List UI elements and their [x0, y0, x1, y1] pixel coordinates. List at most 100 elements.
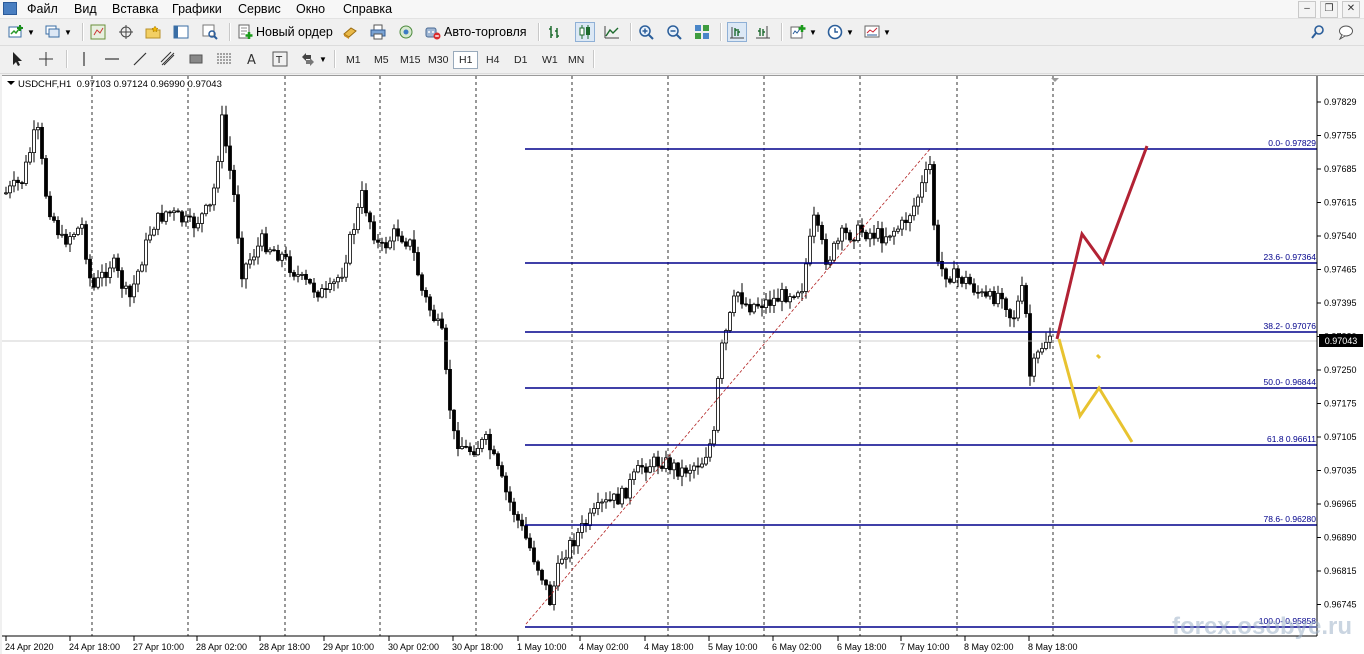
menu-file[interactable]: Файл	[27, 1, 58, 17]
new-chart-button[interactable]: ▼	[8, 22, 35, 42]
data-window-button[interactable]	[118, 22, 134, 42]
timeframe-m5[interactable]: M5	[369, 51, 394, 69]
navigator-button[interactable]	[145, 22, 161, 42]
candle-body	[844, 227, 848, 234]
svg-text:T: T	[275, 55, 283, 66]
timeframe-h1[interactable]: H1	[453, 51, 479, 69]
candle-body	[872, 232, 876, 239]
candle-body	[852, 239, 856, 242]
community-button[interactable]	[398, 22, 414, 42]
zoom-out-button[interactable]	[666, 22, 682, 42]
horizontal-line-icon	[105, 58, 119, 60]
periods-button[interactable]: ▼	[827, 22, 854, 42]
candle-body	[728, 312, 732, 331]
fib-level-label: 23.6- 0.97364	[1264, 252, 1317, 262]
candle-body	[96, 277, 100, 288]
cursor-button[interactable]	[9, 49, 25, 69]
candle-body	[688, 469, 692, 474]
menu-window[interactable]: Окно	[296, 1, 325, 17]
candle-body	[176, 210, 180, 213]
candle-body	[100, 271, 104, 279]
search-button[interactable]	[1310, 22, 1326, 42]
timeframe-m30[interactable]: M30	[423, 51, 453, 69]
bar-chart-button[interactable]	[547, 22, 563, 42]
close-icon[interactable]: ✕	[1342, 1, 1360, 18]
signals-button[interactable]	[370, 22, 386, 42]
candlestick-button[interactable]	[575, 22, 595, 42]
candle-body	[160, 212, 164, 222]
candle-body	[640, 465, 644, 468]
crosshair-button[interactable]	[38, 49, 54, 69]
candle-body	[1032, 357, 1036, 377]
candle-body	[764, 299, 768, 308]
chart-shift-button[interactable]	[755, 22, 771, 42]
restore-icon[interactable]: ❐	[1320, 1, 1338, 18]
arrows-button[interactable]: ▼	[300, 49, 327, 69]
chart-window[interactable]: 0.0- 0.97829 23.6- 0.97364 38.2- 0.97076 50…	[2, 75, 1364, 654]
timeframe-m15[interactable]: M15	[395, 51, 425, 69]
fibonacci-button[interactable]	[216, 49, 232, 69]
candle-body	[344, 262, 348, 278]
candle-body	[512, 501, 516, 515]
candle-body	[492, 449, 496, 455]
time-tick-label: 30 Apr 02:00	[388, 642, 439, 652]
horizontal-line-button[interactable]	[104, 49, 120, 69]
candle-body	[808, 235, 812, 265]
candle-body	[960, 277, 964, 284]
candle-body	[292, 272, 296, 277]
terminal-button[interactable]	[173, 22, 189, 42]
zoom-in-button[interactable]	[638, 22, 654, 42]
menu-tools[interactable]: Сервис	[238, 1, 281, 17]
auto-scroll-button[interactable]	[727, 22, 747, 42]
profiles-button[interactable]: ▼	[45, 22, 72, 42]
metaeditor-button[interactable]	[342, 22, 358, 42]
timeframe-h4[interactable]: H4	[481, 51, 504, 69]
text-label-button[interactable]: T	[272, 49, 288, 69]
strategy-tester-button[interactable]	[202, 22, 218, 42]
candle-body	[912, 205, 916, 217]
template-icon	[864, 25, 880, 38]
candle-body	[392, 228, 396, 242]
candle-body	[384, 242, 388, 249]
templates-button[interactable]: ▼	[864, 22, 891, 42]
timeframe-w1[interactable]: W1	[537, 51, 563, 69]
market-watch-button[interactable]	[90, 22, 106, 42]
new-order-button[interactable]: Новый ордер	[237, 22, 333, 42]
vertical-line-button[interactable]	[76, 49, 92, 69]
candle-body	[572, 540, 576, 547]
timeframe-m1[interactable]: M1	[341, 51, 366, 69]
candle-body	[632, 471, 636, 480]
candle-body	[364, 190, 368, 214]
app-icon[interactable]	[3, 2, 17, 15]
chat-button[interactable]	[1338, 22, 1354, 42]
indicators-icon	[790, 25, 806, 39]
trendline-button[interactable]	[132, 49, 148, 69]
price-chart[interactable]: 0.0- 0.97829 23.6- 0.97364 38.2- 0.97076 50…	[2, 76, 1364, 654]
candle-body	[888, 235, 892, 238]
candle-body	[124, 285, 128, 289]
text-button[interactable]: A	[244, 49, 260, 69]
menu-insert[interactable]: Вставка	[112, 1, 158, 17]
candle-body	[156, 212, 160, 230]
candle-body	[660, 465, 664, 469]
candle-body	[436, 318, 440, 322]
auto-trading-button[interactable]: Авто-торговля	[425, 22, 527, 42]
candle-body	[216, 161, 220, 189]
candle-body	[576, 531, 580, 547]
indicators-button[interactable]: ▼	[790, 22, 817, 42]
menu-view[interactable]: Вид	[74, 1, 97, 17]
timeframe-mn[interactable]: MN	[563, 51, 589, 69]
tile-windows-button[interactable]	[694, 22, 710, 42]
menu-help[interactable]: Справка	[343, 1, 392, 17]
price-tick-label: 0.97395	[1324, 298, 1357, 308]
candle-body	[224, 114, 228, 147]
rectangle-button[interactable]	[188, 49, 204, 69]
candle-body	[164, 211, 168, 222]
timeframe-d1[interactable]: D1	[509, 51, 532, 69]
channel-button[interactable]	[160, 49, 176, 69]
line-chart-button[interactable]	[604, 22, 620, 42]
menu-charts[interactable]: Графики	[172, 1, 222, 17]
drawing-toolbar: A T ▼ M1 M5 M15 M30 H1 H4 D1 W1 MN	[0, 46, 1364, 74]
minimize-icon[interactable]: –	[1298, 1, 1316, 18]
candle-body	[244, 263, 248, 280]
